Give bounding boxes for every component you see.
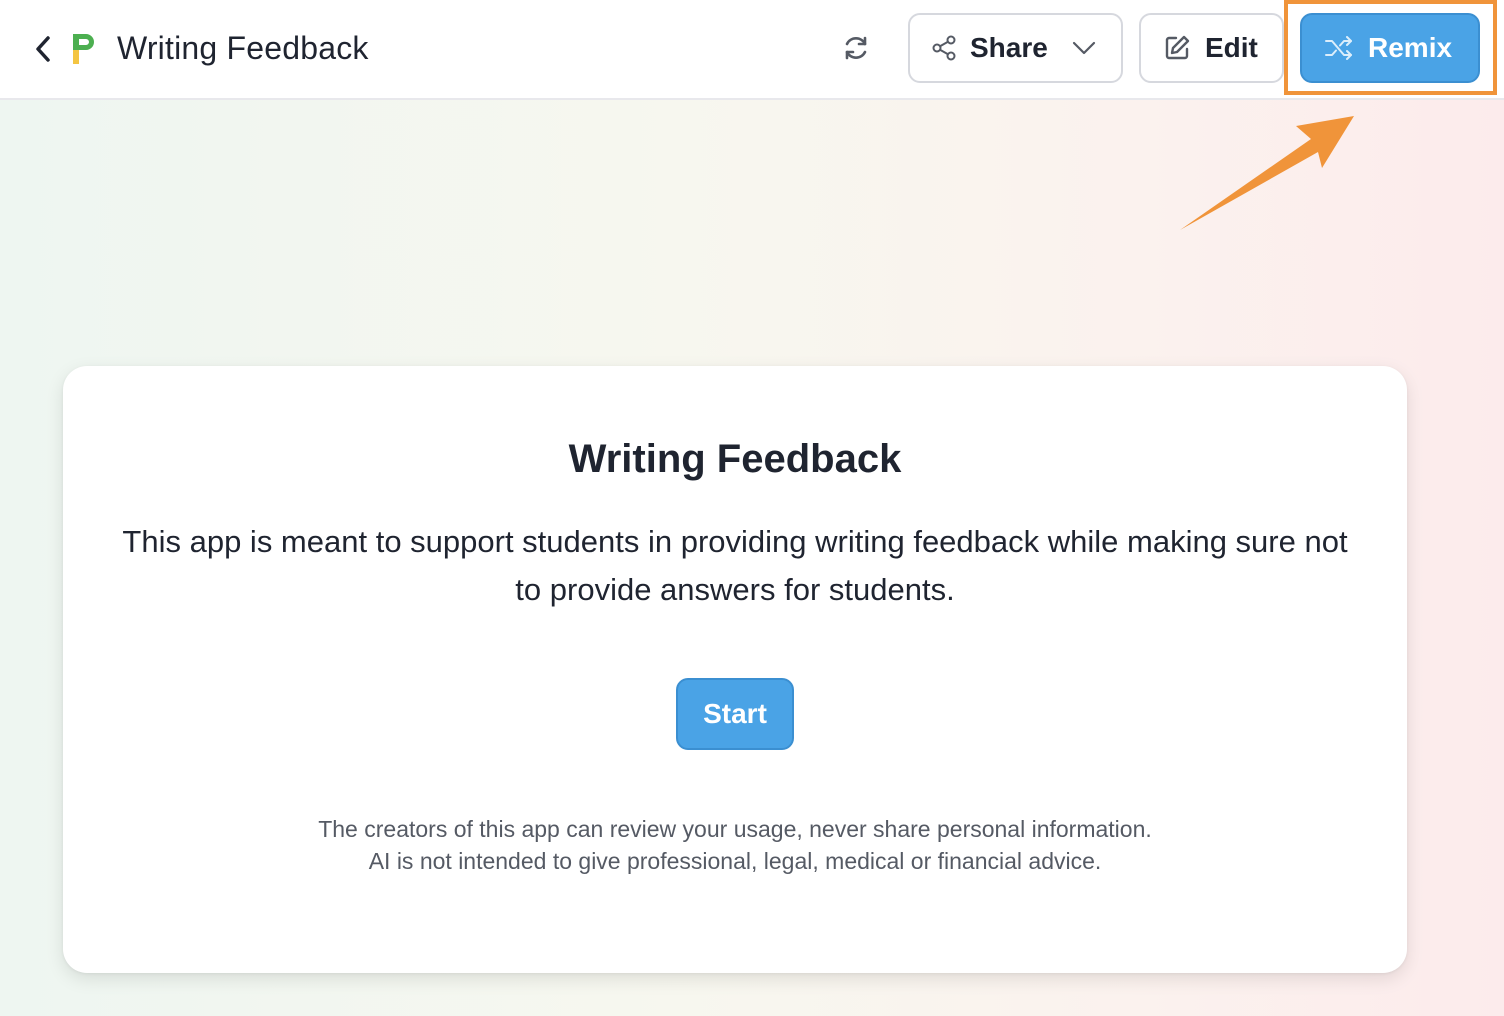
shuffle-icon [1325,36,1352,60]
start-button[interactable]: Start [676,678,794,750]
remix-button[interactable]: Remix [1300,13,1480,83]
edit-button[interactable]: Edit [1139,13,1284,83]
share-button[interactable]: Share [908,13,1123,83]
disclaimer: The creators of this app can review your… [120,813,1350,877]
disclaimer-line-1: The creators of this app can review your… [318,816,1152,842]
top-bar: Writing Feedback Share Edit Remix [0,0,1504,100]
share-label: Share [970,32,1048,63]
chevron-left-icon [36,36,50,62]
disclaimer-line-2: AI is not intended to give professional,… [368,848,1102,874]
card-description: This app is meant to support students in… [122,524,1348,607]
share-icon [932,35,956,61]
chevron-down-icon [1072,41,1095,55]
edit-label: Edit [1205,32,1258,63]
annotation-arrow-icon [1180,116,1354,230]
remix-label: Remix [1368,32,1453,63]
edit-icon [1165,35,1190,60]
app-title: Writing Feedback [117,30,369,66]
logo-icon [70,32,98,66]
back-button[interactable] [30,32,56,66]
card-title: Writing Feedback [568,437,902,481]
refresh-button[interactable] [836,28,876,68]
refresh-icon [845,36,867,60]
